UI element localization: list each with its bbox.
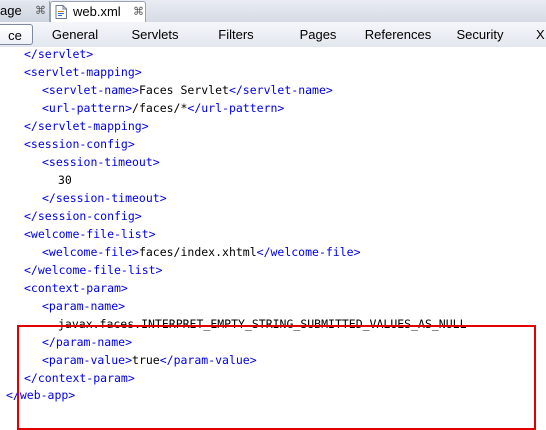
code-line: </session-timeout> [42,189,167,207]
code-tag: </url-pattern> [187,101,285,115]
tab-references[interactable]: References [356,24,440,45]
code-line: </welcome-file-list> [24,261,162,279]
code-tag: <context-param> [24,281,128,295]
code-text: 30 [58,173,72,187]
close-icon[interactable]: ⌘ [35,1,46,21]
editor-tab-label: age [0,3,22,18]
code-line: </servlet> [24,45,93,63]
code-tag: <session-config> [24,137,135,151]
code-tag: </servlet> [24,47,94,61]
code-tag: <servlet-name> [42,83,139,97]
editor-tab-previous[interactable]: age ⌘ [0,1,50,22]
code-tag: <welcome-file> [42,245,139,259]
code-tag: </welcome-file> [256,245,361,259]
code-line: <context-param> [24,279,128,297]
code-tag: <session-timeout> [42,155,160,169]
editor-tab-label: web.xml [73,4,121,19]
close-icon[interactable]: ⌘ [133,2,144,22]
code-line: <param-name> [42,297,125,315]
code-tag: </servlet-name> [228,83,333,97]
code-tag: </session-timeout> [42,191,167,205]
tab-general[interactable]: General [38,24,112,45]
code-tag: <welcome-file-list> [24,227,156,241]
editor-tab-web-xml[interactable]: web.xml ⌘ [50,1,146,22]
tab-xml[interactable]: X [536,24,546,45]
xml-file-icon [55,5,67,19]
code-text: /faces/* [132,101,188,115]
code-tag: <param-name> [42,299,126,313]
code-line: <welcome-file>faces/index.xhtml</welcome… [42,243,361,261]
tab-pages[interactable]: Pages [290,24,346,45]
code-text: Faces Servlet [138,83,229,97]
tab-servlets[interactable]: Servlets [124,24,186,45]
code-tag: <url-pattern> [42,101,133,115]
editor-tab-bar: age ⌘ web.xml ⌘ [0,0,546,23]
code-tag: </session-config> [24,209,142,223]
tab-security[interactable]: Security [446,24,514,45]
tab-filters[interactable]: Filters [206,24,266,45]
code-line: <servlet-name>Faces Servlet</servlet-nam… [42,81,333,99]
code-line: 30 [58,171,72,189]
code-tag: </servlet-mapping> [24,119,149,133]
code-line: <url-pattern>/faces/*</url-pattern> [42,99,284,117]
code-text: faces/index.xhtml [138,245,257,259]
tab-source[interactable]: ce [0,24,33,45]
code-tag: </welcome-file-list> [24,263,163,277]
code-line: </session-config> [24,207,142,225]
code-editor[interactable]: </servlet> <servlet-mapping> <servlet-na… [0,45,546,430]
code-line: <welcome-file-list> [24,225,156,243]
code-line: <session-config> [24,135,135,153]
code-line: <session-timeout> [42,153,160,171]
code-line: </servlet-mapping> [24,117,149,135]
code-tag: <servlet-mapping> [24,65,142,79]
highlight-box [17,325,536,430]
code-line: <servlet-mapping> [24,63,142,81]
